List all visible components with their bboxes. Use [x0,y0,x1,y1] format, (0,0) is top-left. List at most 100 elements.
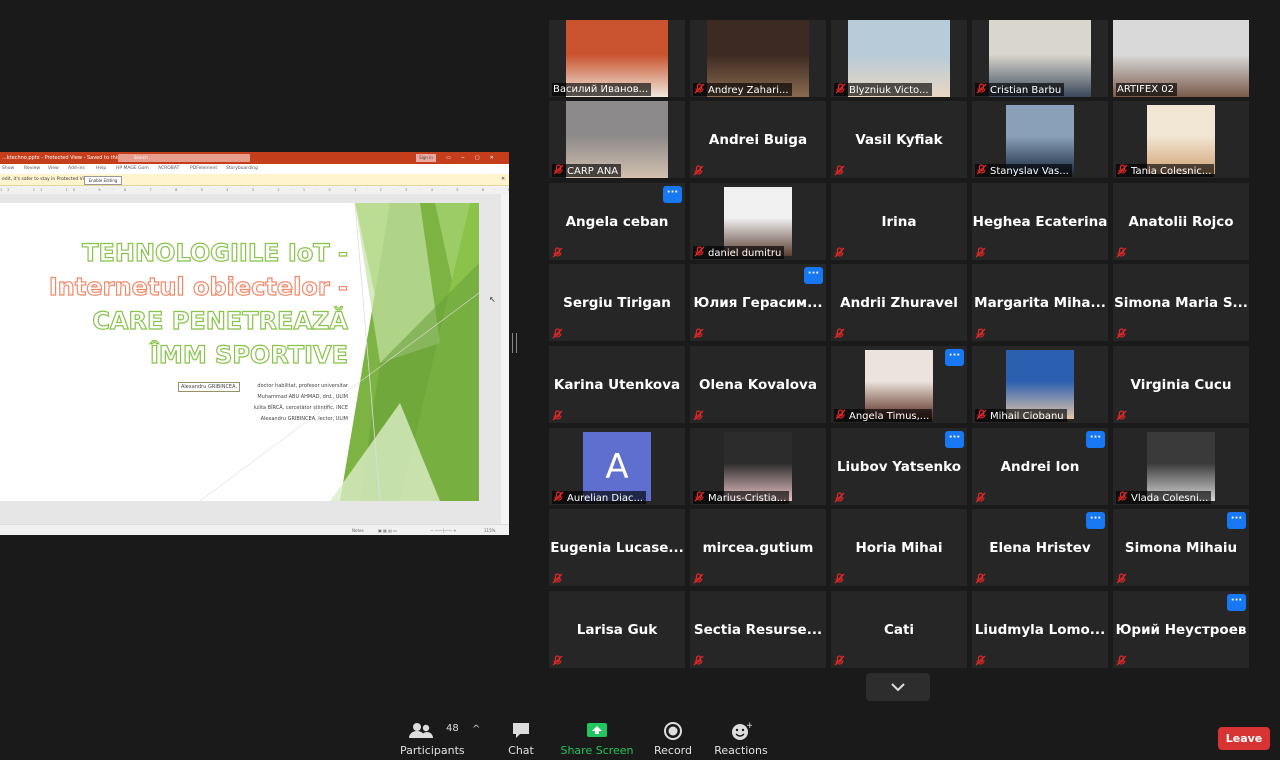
participant-name-label: Cristian Barbu [975,83,1065,96]
more-options-button[interactable]: ··· [1086,512,1105,529]
muted-mic-icon [693,655,704,666]
participant-tile[interactable]: Юрий Неустроев ··· [1113,591,1249,668]
participant-tile[interactable]: Simona Mihaiu ··· [1113,509,1249,586]
participant-tile[interactable]: Simona Maria S... [1113,264,1249,341]
participant-tile[interactable]: Sectia Resurse... [690,591,826,668]
ruler: 12 · 11 · 10 · 9 · 8 · 7 · 6 · 5 · 4 · 3… [0,186,509,194]
chat-button[interactable]: Chat [496,720,546,758]
more-options-button[interactable]: ··· [1086,431,1105,448]
participant-tile[interactable]: Horia Mihai [831,509,967,586]
participant-tile[interactable]: Blyzniuk Victo... [831,20,967,97]
participant-tile[interactable]: Angela ceban ··· [549,183,685,260]
participant-tile[interactable]: ARTIFEX 02 [1113,20,1249,97]
participant-tile[interactable]: CARP ANA [549,101,685,178]
menu-hp[interactable]: HP MAGE Gom [116,164,149,174]
participant-tile[interactable]: Vlada Colesni... [1113,428,1249,505]
protected-view-bar: edit, it's safer to stay in Protected Vi… [0,174,509,186]
participants-label: Participants [400,744,465,757]
participant-name: Vlada Colesni... [1131,493,1209,504]
record-button[interactable]: Record [648,720,698,758]
reactions-button[interactable]: + Reactions [712,720,770,758]
participant-name-label: Blyzniuk Victo... [834,83,932,96]
participant-tile[interactable]: Andrey Zahari... [690,20,826,97]
participant-tile[interactable]: Olena Kovalova [690,346,826,423]
muted-mic-icon [835,83,846,94]
menu-review[interactable]: Review [24,164,40,174]
participant-name-label: Angela Timus,... [834,409,933,422]
participant-tile[interactable]: Marius-Cristia... [690,428,826,505]
participant-tile[interactable]: Virginia Cucu [1113,346,1249,423]
more-options-button[interactable]: ··· [945,349,964,366]
participant-tile[interactable]: Irina [831,183,967,260]
participant-name: Vasil Kyfiak [855,131,943,148]
participant-tile[interactable]: Angela Timus,... ··· [831,346,967,423]
participant-tile[interactable]: Vasil Kyfiak [831,101,967,178]
participant-tile[interactable]: mircea.gutium [690,509,826,586]
participant-tile[interactable]: Larisa Guk [549,591,685,668]
protected-view-message: edit, it's safer to stay in Protected Vi… [2,177,92,182]
view-buttons[interactable]: ▣ ▦ ▤ ▭ [378,525,397,535]
menu-storyboarding[interactable]: Storyboarding [226,164,258,174]
participant-tile[interactable]: Cati [831,591,967,668]
share-screen-button[interactable]: Share Screen [560,720,634,758]
participant-name: Larisa Guk [576,621,658,638]
close-icon[interactable]: ✕ [501,174,505,185]
zoom-level[interactable]: 115% [484,525,495,535]
participants-menu-caret-icon[interactable]: ^ [472,724,480,735]
participant-tile[interactable]: Stanyslav Vas... [972,101,1108,178]
participant-tile[interactable]: daniel dumitru [690,183,826,260]
view-splitter-handle[interactable] [512,333,517,353]
muted-mic-icon [693,328,704,339]
participant-tile[interactable]: Cristian Barbu [972,20,1108,97]
participant-tile[interactable]: Tania Colesnic... [1113,101,1249,178]
participant-tile[interactable]: Andrii Zhuravel [831,264,967,341]
participant-tile[interactable]: A Aurelian Diac... [549,428,685,505]
participant-tile[interactable]: Mihail Ciobanu [972,346,1108,423]
muted-mic-icon [834,165,845,176]
muted-mic-icon [552,655,563,666]
more-options-button[interactable]: ··· [663,186,682,203]
participant-tile[interactable]: Liubov Yatsenko ··· [831,428,967,505]
more-options-button[interactable]: ··· [1227,512,1246,529]
next-page-button[interactable] [866,673,930,701]
menu-acrobat[interactable]: ACROBAT [158,164,179,174]
notes-button[interactable]: Notes [352,525,364,535]
sign-in-button[interactable]: Sign in [416,154,436,162]
participant-tile[interactable]: Anatolii Rojco [1113,183,1249,260]
participant-name: Sergiu Tirigan [563,294,671,311]
participant-tile[interactable]: Elena Hristev ··· [972,509,1108,586]
menu-help[interactable]: Help [96,164,106,174]
more-options-button[interactable]: ··· [804,267,823,284]
slide-title-line-2: Internetul obiectelor - [48,272,348,301]
participant-tile[interactable]: Andrei Buiga [690,101,826,178]
participant-tile[interactable]: Eugenia Lucase... [549,509,685,586]
participant-name-label: Vlada Colesni... [1116,491,1212,504]
author-name-box: Alexandru GRIBINCEA, [178,382,241,392]
menu-view[interactable]: View [48,164,59,174]
muted-mic-icon [553,491,564,502]
leave-button[interactable]: Leave [1218,727,1270,750]
participant-name: Marius-Cristia... [708,493,787,504]
participant-tile[interactable]: Юлия Герасим... ··· [690,264,826,341]
search-box[interactable]: Search [118,154,250,162]
participant-tile[interactable]: Sergiu Tirigan [549,264,685,341]
vertical-scrollbar[interactable] [501,194,509,524]
enable-editing-button[interactable]: Enable Editing [84,176,122,185]
zoom-slider[interactable]: − ——|—— + [430,525,457,535]
menu-show[interactable]: Show [2,164,14,174]
participant-tile[interactable]: Heghea Ecaterina [972,183,1108,260]
participant-tile[interactable]: Margarita Miha... [972,264,1108,341]
more-options-button[interactable]: ··· [1227,594,1246,611]
participant-tile[interactable]: Andrei Ion ··· [972,428,1108,505]
participant-tile[interactable]: Karina Utenkova [549,346,685,423]
window-controls[interactable]: ▭−▢✕ [446,152,504,164]
participant-tile[interactable]: Василий Иванов... [549,20,685,97]
more-options-button[interactable]: ··· [945,431,964,448]
chat-icon [513,723,529,738]
participant-name: daniel dumitru [708,248,782,259]
participant-name: Cristian Barbu [990,85,1062,96]
menu-pdfelement[interactable]: PDFelement [190,164,217,174]
participant-tile[interactable]: Liudmyla Lomo... [972,591,1108,668]
menu-add-ins[interactable]: Add-ins [68,164,85,174]
participants-button[interactable]: 48 Participants [400,720,465,758]
